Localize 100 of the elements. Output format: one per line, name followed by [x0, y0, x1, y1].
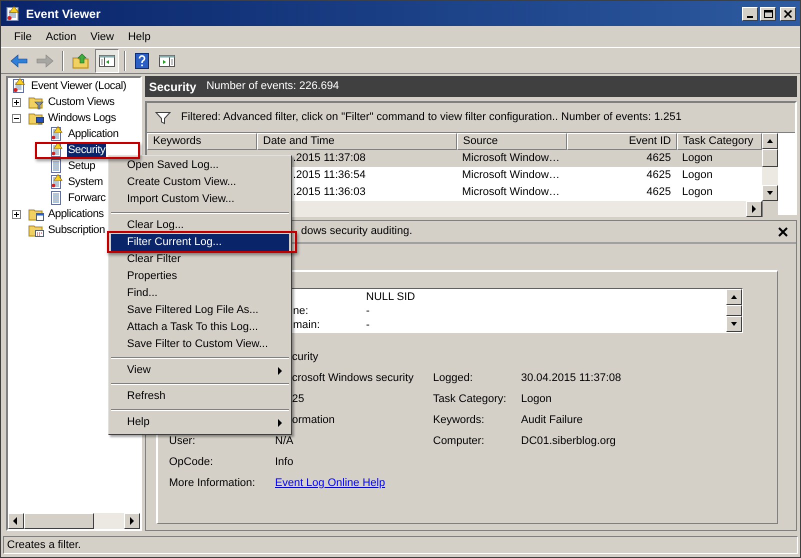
field-label: Logged:: [433, 372, 473, 384]
tree-item[interactable]: System: [67, 175, 104, 189]
scroll-up-button[interactable]: [726, 289, 742, 305]
table-cell: 4625: [646, 152, 671, 164]
back-arrow-icon: [10, 52, 28, 68]
menu-item[interactable]: Import Custom View...: [111, 191, 289, 208]
tree-item[interactable]: Setup: [67, 159, 96, 173]
expand-icon[interactable]: [12, 98, 21, 106]
tree-item[interactable]: Custom Views: [47, 95, 116, 109]
menu-item[interactable]: File: [7, 28, 39, 46]
log-icon: [48, 158, 64, 174]
menu-item[interactable]: Help: [120, 28, 158, 46]
column-header[interactable]: Date and Time: [257, 133, 457, 150]
table-cell: Logon: [682, 186, 713, 198]
scroll-thumb[interactable]: [726, 305, 742, 316]
minimize-icon: [747, 16, 753, 18]
field-value: Info: [275, 456, 294, 468]
scroll-right-button[interactable]: [746, 201, 762, 217]
field-value: 25: [292, 393, 304, 405]
column-header[interactable]: Event ID: [567, 133, 677, 150]
field-label: Computer:: [433, 435, 484, 447]
field-value: 30.04.2015 11:37:08: [521, 372, 622, 384]
menu-item[interactable]: View: [111, 362, 289, 379]
field-value: NULL SID: [366, 290, 416, 304]
menu-item[interactable]: Clear Filter: [111, 251, 289, 268]
menu-item[interactable]: Clear Log...: [111, 217, 289, 234]
right-arrow-icon: [749, 204, 759, 214]
menu-item[interactable]: Save Filter to Custom View...: [111, 336, 289, 353]
table-cell: Microsoft Window…: [462, 169, 560, 181]
scroll-down-button[interactable]: [762, 185, 778, 201]
tree-item[interactable]: Subscription: [47, 223, 106, 237]
field-value: -: [366, 304, 370, 318]
folder-up-icon: [72, 52, 90, 68]
maximize-icon: [764, 10, 772, 18]
menu-item[interactable]: Filter Current Log...: [111, 234, 289, 251]
field-value: Logon: [521, 393, 552, 405]
log-icon: [48, 126, 64, 142]
menu-item[interactable]: View: [83, 28, 121, 46]
column-header[interactable]: Source: [457, 133, 567, 150]
expand-icon[interactable]: [12, 210, 21, 218]
log-title: Security: [149, 78, 196, 96]
menu-item[interactable]: Properties: [111, 268, 289, 285]
tree-item[interactable]: Forwarc: [67, 191, 107, 205]
filter-message: Filtered: Advanced filter, click on "Filter" command to view filter configuration.. Number of events: 1.251: [181, 110, 682, 126]
tree-item[interactable]: Event Viewer (Local): [30, 79, 128, 93]
table-cell: .2015 11:37:08: [293, 152, 366, 164]
field-label: More Information:: [169, 477, 256, 489]
column-header[interactable]: Keywords: [147, 133, 257, 150]
log-icon: [48, 142, 64, 158]
horizontal-scrollbar[interactable]: [8, 513, 140, 529]
scroll-left-button[interactable]: [8, 513, 24, 529]
menu-item[interactable]: Action: [38, 28, 84, 46]
menu-item[interactable]: Help: [111, 414, 289, 431]
scroll-thumb[interactable]: [762, 149, 778, 167]
table-cell: Microsoft Window…: [462, 186, 560, 198]
close-icon: [784, 10, 792, 18]
event-count: Number of events: 226.694: [206, 79, 340, 94]
maximize-button[interactable]: [760, 6, 776, 20]
help-icon: [134, 52, 150, 70]
close-icon[interactable]: [778, 226, 788, 236]
action-pane-icon: [158, 52, 176, 68]
menu-item[interactable]: Attach a Task To this Log...: [111, 319, 289, 336]
help-link[interactable]: Event Log Online Help: [275, 477, 386, 489]
tree-item[interactable]: Application: [67, 127, 120, 141]
menu-item[interactable]: Create Custom View...: [111, 174, 289, 191]
table-cell: 4625: [646, 169, 671, 181]
field-value: -: [366, 318, 370, 332]
vertical-scrollbar[interactable]: [726, 289, 742, 332]
tree-item[interactable]: Security: [67, 143, 106, 157]
scroll-up-button[interactable]: [762, 133, 778, 149]
collapse-icon[interactable]: [12, 114, 21, 122]
field-value: DC01.siberblog.org: [521, 435, 616, 447]
minimize-button[interactable]: [742, 6, 758, 20]
table-cell: Logon: [682, 152, 713, 164]
menu-item[interactable]: Refresh: [111, 388, 289, 405]
submenu-arrow-icon: [278, 366, 283, 374]
menu-item[interactable]: Find...: [111, 285, 289, 302]
scroll-right-button[interactable]: [124, 513, 140, 529]
vertical-scrollbar[interactable]: [762, 133, 778, 201]
field-value: Audit Failure: [521, 414, 583, 426]
tree-item[interactable]: Windows Logs: [47, 111, 117, 125]
filter-icon: [155, 110, 171, 124]
table-cell: .2015 11:36:03: [293, 186, 366, 198]
table-cell: Microsoft Window…: [462, 152, 560, 164]
menu-item[interactable]: Open Saved Log...: [111, 157, 289, 174]
menu-item[interactable]: Save Filtered Log File As...: [111, 302, 289, 319]
close-button[interactable]: [780, 6, 796, 20]
field-label: Keywords:: [433, 414, 484, 426]
log-icon: [48, 174, 64, 190]
submenu-arrow-icon: [278, 418, 283, 426]
toolbar-button[interactable]: [95, 48, 119, 72]
tree-item[interactable]: Applications: [47, 207, 105, 221]
table-cell: .2015 11:36:54: [293, 169, 366, 181]
field-label: OpCode:: [169, 456, 214, 468]
scroll-down-button[interactable]: [726, 316, 742, 332]
field-label: main:: [293, 319, 320, 331]
field-value: crosoft Windows security: [292, 372, 414, 384]
column-header[interactable]: Task Category: [677, 133, 762, 150]
log-icon: [48, 190, 64, 206]
scroll-thumb[interactable]: [24, 513, 94, 529]
